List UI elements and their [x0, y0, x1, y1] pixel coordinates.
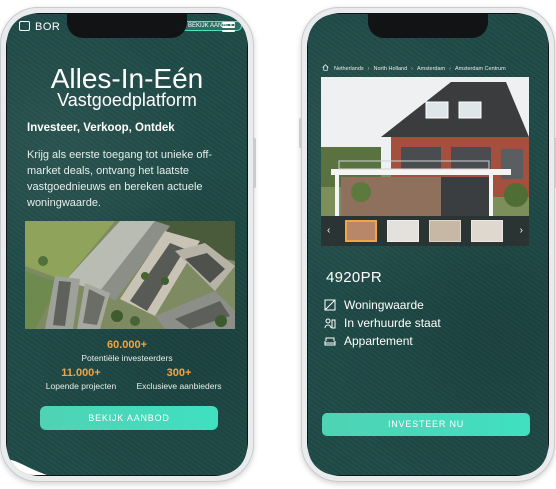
breadcrumb-separator-icon: › [449, 66, 451, 72]
volume-button [0, 118, 1, 148]
area-icon [324, 299, 336, 311]
photo-thumbnail-strip: ‹ › [321, 216, 529, 246]
phone-mockup-right: Netherlands › North Holland › Amsterdam › Amst… [299, 7, 556, 482]
brand-logo[interactable]: BOR [19, 21, 60, 33]
decorative-wave [7, 459, 47, 475]
aerial-neighborhood-photo [25, 221, 235, 329]
photo-thumbnail[interactable] [345, 220, 377, 242]
phone-notch [67, 14, 187, 38]
breadcrumb-item[interactable]: North Holland [374, 66, 408, 72]
stat-projects-value: 11.000+ [61, 367, 101, 379]
stat-projects-label: Lopende projecten [45, 381, 117, 391]
chevron-right-icon[interactable]: › [520, 225, 523, 236]
breadcrumb-separator-icon: › [411, 66, 413, 72]
tenant-icon [324, 318, 336, 329]
phone-screen: Netherlands › North Holland › Amsterdam › Amst… [308, 14, 548, 475]
breadcrumb-item[interactable]: Amsterdam Centrum [455, 66, 506, 72]
view-offer-button[interactable]: BEKIJK AANBOD [40, 406, 218, 430]
feature-label: Appartement [344, 334, 413, 348]
photo-thumbnail[interactable] [429, 220, 461, 242]
phone-notch [368, 14, 488, 38]
phone-mockup-left: BOR BEKIJK AANBOD Alles-In-Eén Vastgoedp… [0, 7, 256, 482]
photo-thumbnail[interactable] [387, 220, 419, 242]
home-icon[interactable] [322, 64, 329, 71]
hamburger-menu-icon[interactable] [222, 22, 235, 34]
phone-screen: BOR BEKIJK AANBOD Alles-In-Eén Vastgoedp… [7, 14, 247, 475]
tagline: Investeer, Verkoop, Ontdek [27, 122, 175, 134]
sofa-icon [324, 337, 336, 346]
breadcrumb-item[interactable]: Netherlands [334, 66, 364, 72]
power-button [253, 138, 256, 188]
feature-label: In verhuurde staat [344, 316, 441, 330]
invest-now-button[interactable]: INVESTEER NU [322, 413, 530, 436]
stat-offers-label: Exclusieve aanbieders [136, 381, 222, 391]
photo-thumbnail[interactable] [471, 220, 503, 242]
volume-button [299, 118, 302, 148]
breadcrumb: Netherlands › North Holland › Amsterdam › Amst… [322, 64, 506, 72]
breadcrumb-item[interactable]: Amsterdam [417, 66, 445, 72]
logo-icon [19, 21, 30, 31]
property-photo[interactable] [321, 77, 529, 217]
stat-investors-label: Potentiële investeerders [81, 353, 173, 363]
chevron-left-icon[interactable]: ‹ [327, 225, 330, 236]
breadcrumb-separator-icon: › [367, 66, 370, 72]
brand-name: BOR [35, 21, 61, 33]
hero-subtitle: Vastgoedplatform [57, 90, 197, 110]
hero-description: Krijg als eerste toegang tot unieke off-… [27, 149, 213, 209]
postal-code-heading: 4920PR [326, 269, 383, 286]
stat-investors-value: 60.000+ [106, 339, 148, 351]
stat-offers-value: 300+ [166, 367, 192, 379]
feature-label: Woningwaarde [344, 298, 424, 312]
